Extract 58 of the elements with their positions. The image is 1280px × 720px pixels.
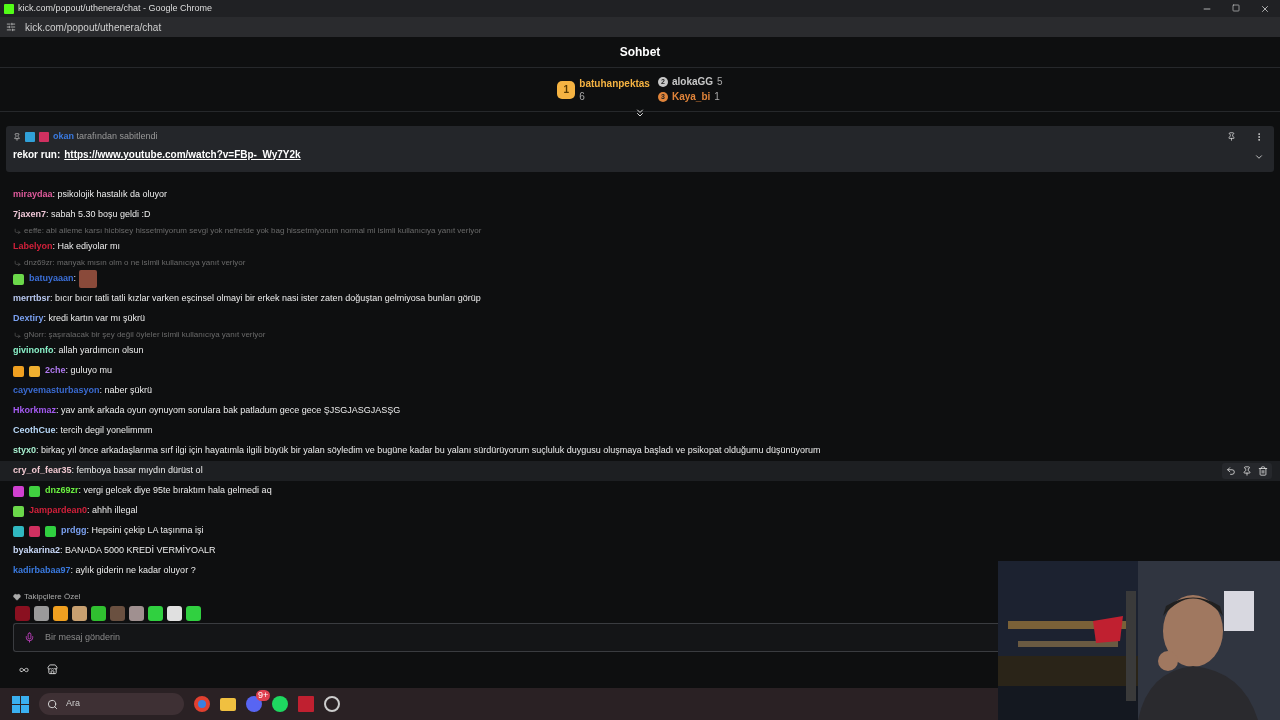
- start-icon[interactable]: [12, 695, 29, 713]
- gift-count: 6: [579, 89, 586, 103]
- pinned-by-text: okan tarafından sabitlendi: [53, 130, 158, 144]
- url-field[interactable]: kick.com/popout/uthenera/chat: [25, 19, 162, 35]
- username[interactable]: alokaGG: [671, 75, 714, 89]
- pin-icon: [13, 133, 21, 141]
- folder-icon[interactable]: [220, 697, 236, 711]
- reply-icon: [14, 259, 21, 267]
- pin-icon[interactable]: [1242, 466, 1252, 476]
- delete-icon[interactable]: [1258, 466, 1268, 476]
- chat-message: Labelyon: Hak ediyolar mı: [13, 240, 121, 254]
- chat-message: Dextiry: kredi kartın var mı şükrü: [13, 312, 146, 326]
- rank-badge: 1: [557, 80, 576, 99]
- message-input[interactable]: Bir mesaj gönderin: [45, 630, 345, 645]
- chat-message: Hkorkmaz: yav amk arkada oyun oynuyom sorulara bak patladum gece gece ŞJSGJASGJASŞG: [13, 404, 401, 418]
- close-icon[interactable]: [1260, 3, 1270, 14]
- chat-message: givinonfo: allah yardımcın olsun: [13, 344, 144, 358]
- gift-count: 1: [714, 90, 720, 104]
- notification-badge: 9+: [256, 690, 271, 701]
- chat-message: styx0: birkaç yıl önce arkadaşlarıma sırf ilgi için hayatımla ilgili büyük bir yalan söyledim ve bugüne kadar bu yalanı sürdürüyorum suçluluk duygusu oluşmaya başladı ve psikopat olduğumu düşünüyorum: [13, 444, 821, 458]
- chat-message: Jampardean0: ahhh illegal: [29, 504, 138, 518]
- chat-message: cayvemasturbasyon: naber şükrü: [13, 384, 153, 398]
- chat-message: 2che: guluyo mu: [45, 364, 113, 378]
- reply-context: eeffe: abi aileme karsı hicbisey hissetmiyorum sevgi yok nefretde yok bag hissetmiyorum normal mi isimli kullanıcıya yanıt veriyor: [24, 225, 482, 237]
- chat-message: CeothCue: tercih degil yonelimmm: [13, 424, 153, 438]
- reply-context: gNorr: şaşıralacak bir şey değil öyleler isimli kullanıcıya yanıt veriyor: [24, 329, 266, 341]
- expand-icon[interactable]: [634, 107, 646, 119]
- emote-section-label: Takipçilere Özel: [24, 591, 81, 603]
- gift-count: 5: [717, 75, 723, 89]
- reply-icon: [14, 331, 21, 339]
- chat-title: Sohbet: [619, 44, 661, 61]
- reply-context: dnz69zr: manyak mısın olm o ne isimli kullanıcıya yanıt veriyor: [24, 257, 246, 269]
- chat-message: byakarina2: BANADA 5000 KREDİ VERMİYOALR: [13, 544, 216, 558]
- chat-message: cry_of_fear35: femboya basar mıydın dürüst ol: [13, 464, 203, 478]
- microphone-icon[interactable]: [24, 632, 35, 643]
- taskbar-search[interactable]: Ara: [39, 693, 184, 715]
- chat-message: batuyaaan:: [29, 272, 77, 286]
- chat-message: miraydaa: psikolojik hastalık da oluyor: [13, 188, 168, 202]
- restore-icon[interactable]: [1232, 3, 1240, 12]
- site-logo-icon: [4, 3, 14, 14]
- chat-message: dnz69zr: vergi gelcek diye 95te bıraktım hala gelmedi aq: [45, 484, 272, 498]
- pinned-label: rekor run:: [13, 147, 61, 162]
- store-icon[interactable]: [47, 664, 58, 675]
- collapse-icon[interactable]: [1254, 152, 1264, 162]
- username[interactable]: Kaya_bi: [671, 90, 711, 104]
- chat-message: merrtbsr: bıcır bıcır tatli tatli kızlar varken eşcinsel olmayi bir erkek nasi ister zaten doğuştan gelmiyosa bunları görüp: [13, 292, 481, 306]
- heart-icon: [13, 593, 21, 601]
- chat-message: prdgg: Hepsini çekip LA taşınma işi: [61, 524, 204, 538]
- reply-icon: [14, 227, 21, 235]
- username[interactable]: batuhanpektas: [579, 76, 650, 90]
- reply-icon[interactable]: [1226, 466, 1236, 476]
- window-title: kick.com/popout/uthenera/chat - Google Chrome: [18, 1, 213, 15]
- chat-message: 7jaxen7: sabah 5.30 boşu geldi :D: [13, 208, 151, 222]
- pin-icon[interactable]: [1227, 132, 1236, 141]
- site-settings-icon[interactable]: [6, 22, 16, 32]
- search-icon: [47, 698, 58, 710]
- chat-message: kadirbabaa97: aylık giderin ne kadar oluyor ?: [13, 564, 196, 578]
- pinned-link[interactable]: https://www.youtube.com/watch?v=FBp-_Wy7Y2k: [64, 146, 301, 162]
